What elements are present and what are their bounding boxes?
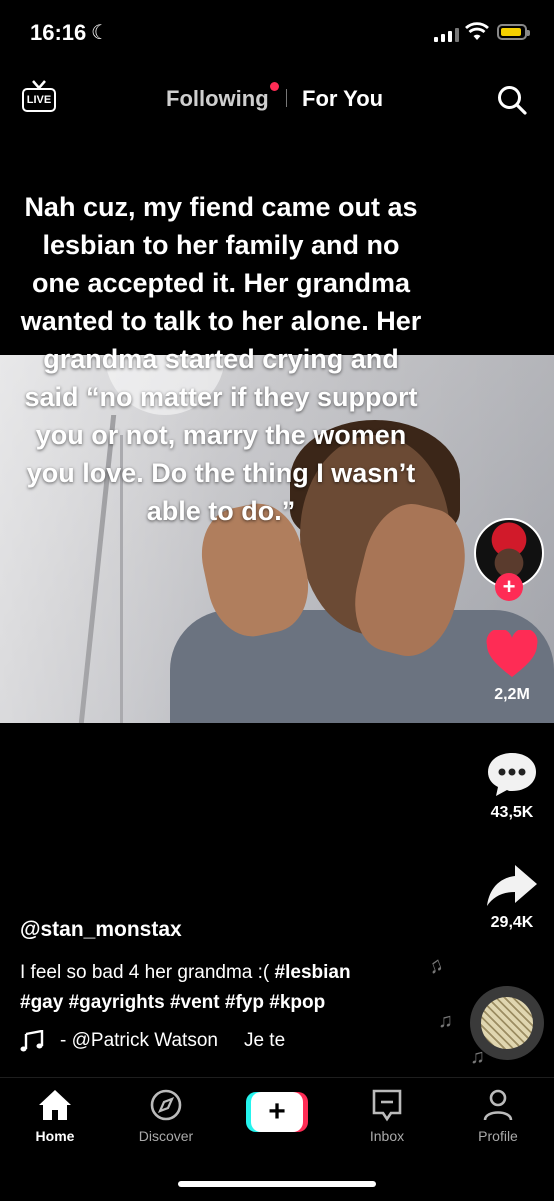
nav-inbox[interactable]: Inbox — [342, 1088, 432, 1144]
tab-divider — [286, 89, 287, 107]
compass-icon — [150, 1089, 182, 1121]
tab-following[interactable]: Following — [166, 86, 269, 112]
profile-icon — [483, 1089, 513, 1121]
hashtag[interactable]: #fyp — [225, 992, 264, 1013]
share-arrow-icon — [487, 865, 537, 906]
comment-button[interactable]: 43,5K — [470, 750, 554, 822]
comment-icon — [488, 753, 536, 796]
inbox-icon — [372, 1089, 402, 1122]
nav-discover-label: Discover — [138, 1128, 194, 1144]
follow-button[interactable]: + — [495, 573, 523, 601]
nav-home-label: Home — [35, 1128, 75, 1144]
hashtag[interactable]: #vent — [170, 992, 220, 1013]
search-button[interactable] — [496, 84, 528, 116]
plus-icon: + — [251, 1092, 303, 1132]
nav-inbox-label: Inbox — [369, 1128, 405, 1144]
status-bar: 16:16 ☾ — [0, 0, 554, 64]
share-button[interactable]: 29,4K — [470, 862, 554, 932]
hashtag[interactable]: #gayrights — [69, 992, 165, 1013]
hashtag[interactable]: #gay — [20, 992, 63, 1013]
comment-count: 43,5K — [490, 804, 534, 821]
wifi-icon — [465, 22, 489, 47]
following-notification-dot — [270, 82, 279, 91]
status-time: 16:16 — [30, 20, 87, 45]
battery-icon — [497, 24, 530, 40]
video-caption: Nah cuz, my fiend came out as lesbian to… — [20, 192, 422, 526]
music-note-icon — [20, 1030, 44, 1052]
search-icon — [498, 86, 527, 115]
music-note-icon: ♫ — [438, 1010, 453, 1032]
nav-home[interactable]: Home — [10, 1088, 100, 1144]
create-button[interactable]: + — [246, 1092, 308, 1132]
music-info[interactable]: - @Patrick Watson Je te — [20, 1030, 285, 1052]
nav-profile-label: Profile — [478, 1128, 518, 1144]
description-text: I feel so bad 4 her grandma :( — [20, 962, 275, 983]
post-description: I feel so bad 4 her grandma :( #lesbian … — [20, 958, 440, 1018]
hashtag[interactable]: #kpop — [269, 992, 325, 1013]
music-disc[interactable] — [470, 986, 544, 1060]
like-count: 2,2M — [494, 686, 530, 703]
nav-discover[interactable]: Discover — [121, 1088, 211, 1144]
tab-for-you[interactable]: For You — [302, 86, 383, 112]
music-title: Je te — [243, 1030, 286, 1051]
hashtag[interactable]: #lesbian — [275, 962, 351, 983]
moon-icon: ☾ — [91, 22, 109, 44]
nav-profile[interactable]: Profile — [453, 1088, 543, 1144]
music-artist: - @Patrick Watson — [60, 1030, 218, 1051]
home-icon — [39, 1090, 71, 1120]
heart-icon — [486, 630, 538, 677]
home-indicator — [178, 1181, 376, 1187]
creator-username[interactable]: @stan_monstax — [20, 918, 182, 942]
cellular-signal-icon — [434, 28, 459, 42]
feed-tabs: Following For You — [0, 82, 554, 116]
like-button[interactable]: 2,2M — [470, 630, 554, 704]
share-count: 29,4K — [490, 914, 534, 931]
